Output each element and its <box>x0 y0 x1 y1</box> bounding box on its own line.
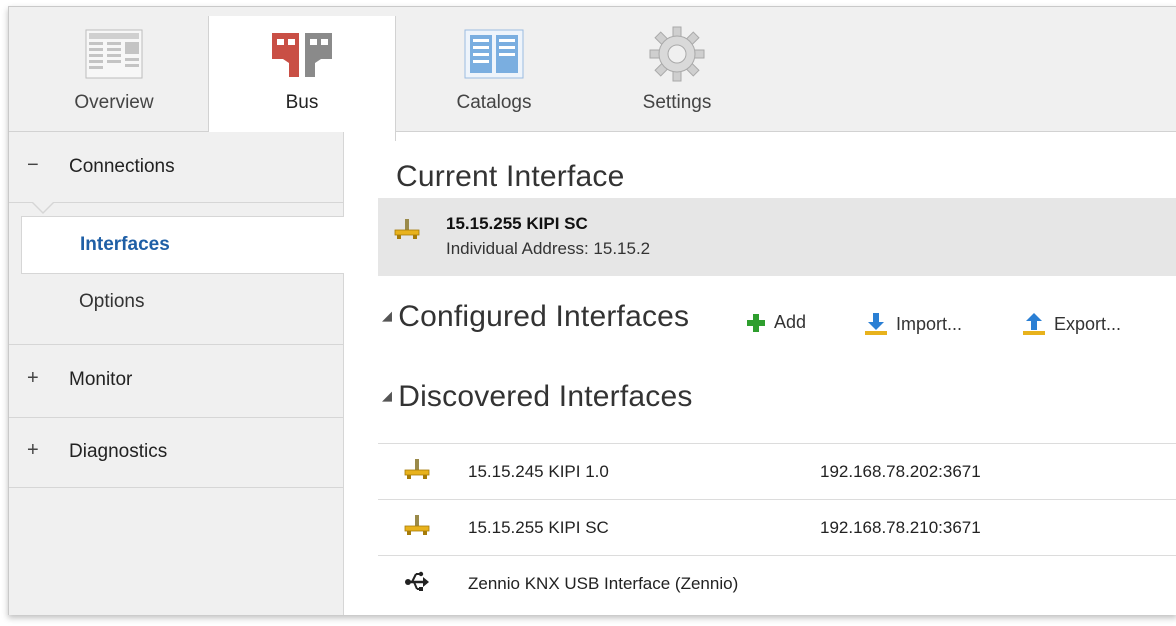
overview-icon <box>85 29 143 84</box>
add-button-label: Add <box>774 312 807 332</box>
sidebar-group-label: Connections <box>69 156 175 177</box>
ribbon: Overview Bus Catalogs Settings <box>9 7 1176 141</box>
sidebar-item-label: Options <box>79 291 145 312</box>
sidebar-item-options[interactable]: Options <box>21 274 343 330</box>
sidebar-group-label: Diagnostics <box>69 441 168 462</box>
current-interface-name: 15.15.255 KIPI SC <box>446 214 588 233</box>
download-icon <box>865 313 887 335</box>
sidebar-group-monitor[interactable]: + Monitor <box>9 344 343 418</box>
network-icon <box>404 514 430 541</box>
tab-settings[interactable]: Settings <box>599 7 755 131</box>
discovered-interfaces-title[interactable]: ◢ Discovered Interfaces <box>382 380 693 414</box>
collapse-triangle-icon[interactable]: ◢ <box>382 388 392 403</box>
sidebar-group-label: Monitor <box>69 369 133 390</box>
current-interface-address: Individual Address: 15.15.2 <box>446 239 651 258</box>
current-interface-title: Current Interface <box>396 160 625 193</box>
sidebar-group-connections[interactable]: − Connections <box>9 132 343 214</box>
list-item[interactable]: Zennio KNX USB Interface (Zennio) <box>378 555 1176 611</box>
sidebar: − Connections Interfaces Options + Monit… <box>9 132 344 615</box>
network-icon <box>404 458 430 485</box>
tab-bus-label: Bus <box>285 92 319 113</box>
expand-icon[interactable]: + <box>27 440 43 460</box>
tab-bus[interactable]: Bus <box>208 16 396 141</box>
interface-name: 15.15.255 KIPI SC <box>468 518 609 537</box>
sidebar-item-interfaces[interactable]: Interfaces <box>21 216 344 274</box>
usb-icon <box>404 570 430 599</box>
tab-settings-label: Settings <box>642 92 712 113</box>
upload-icon <box>1023 313 1045 335</box>
current-interface[interactable]: 15.15.255 KIPI SC Individual Address: 15… <box>378 198 1176 276</box>
add-button[interactable]: Add <box>746 312 806 333</box>
export-button[interactable]: Export... <box>1022 312 1121 336</box>
collapse-icon[interactable]: − <box>27 155 43 175</box>
tab-overview-label: Overview <box>74 92 154 113</box>
main-panel: Current Interface 15.15.255 KIPI SC Indi… <box>344 132 1176 615</box>
app-window: Overview Bus Catalogs Settings − Connect… <box>8 6 1176 615</box>
tab-catalogs-label: Catalogs <box>456 92 532 113</box>
sidebar-group-diagnostics[interactable]: + Diagnostics <box>9 417 343 488</box>
export-button-label: Export... <box>1054 313 1122 334</box>
expand-icon[interactable]: + <box>27 368 43 388</box>
tab-overview[interactable]: Overview <box>49 7 179 131</box>
gear-icon <box>648 26 706 88</box>
list-item[interactable]: 15.15.245 KIPI 1.0 192.168.78.202:3671 <box>378 443 1176 499</box>
list-item[interactable]: 15.15.255 KIPI SC 192.168.78.210:3671 <box>378 499 1176 555</box>
configured-interfaces-title[interactable]: ◢ Configured Interfaces <box>382 300 689 334</box>
interface-name: Zennio KNX USB Interface (Zennio) <box>468 574 739 593</box>
catalogs-icon <box>464 29 524 84</box>
plus-icon <box>747 313 765 332</box>
discovered-interfaces-list: 15.15.245 KIPI 1.0 192.168.78.202:3671 1… <box>378 443 1176 611</box>
import-button[interactable]: Import... <box>864 312 962 336</box>
tab-catalogs[interactable]: Catalogs <box>419 7 569 131</box>
network-icon <box>394 218 420 245</box>
bus-icon <box>269 29 335 86</box>
interface-name: 15.15.245 KIPI 1.0 <box>468 462 609 481</box>
interface-address: 192.168.78.210:3671 <box>820 518 981 537</box>
collapse-triangle-icon[interactable]: ◢ <box>382 308 392 323</box>
interface-address: 192.168.78.202:3671 <box>820 462 981 481</box>
sidebar-item-label: Interfaces <box>80 234 170 255</box>
import-button-label: Import... <box>896 313 963 334</box>
